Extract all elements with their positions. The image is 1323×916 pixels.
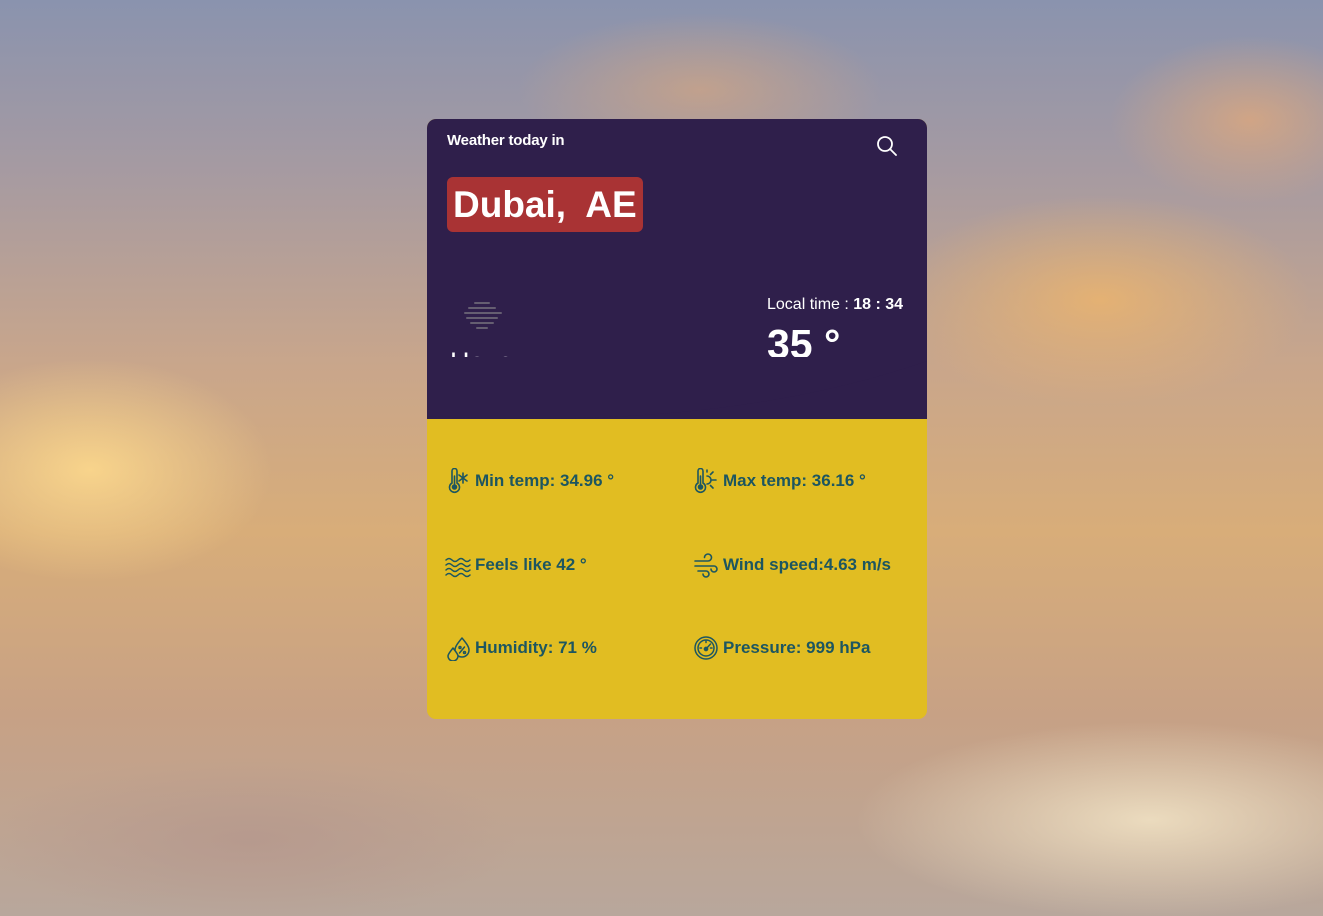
stat-pressure-text: Pressure: 999 hPa xyxy=(723,638,871,657)
weather-card: Weather today in Dubai, AE Haze Local ti… xyxy=(427,119,927,719)
panel-wave-divider xyxy=(427,357,927,419)
stat-min-temp-text: Min temp: 34.96 ° xyxy=(475,471,615,490)
haze-icon xyxy=(464,302,502,329)
stat-max-temp-text: Max temp: 36.16 ° xyxy=(723,471,866,490)
thermometer-cold-icon xyxy=(445,468,471,494)
stat-humidity-text: Humidity: 71 % xyxy=(475,638,597,657)
local-time-value: 18 : 34 xyxy=(853,296,904,313)
stat-wind-speed-text: Wind speed:4.63 m/s xyxy=(723,555,892,574)
local-time: Local time : 18 : 34 xyxy=(767,296,903,314)
stat-min-temp: Min temp: 34.96 ° xyxy=(445,468,614,494)
local-time-label: Local time : xyxy=(767,296,854,313)
stat-feels-like-text: Feels like 42 ° xyxy=(475,555,587,574)
stat-max-temp: Max temp: 36.16 ° xyxy=(693,468,866,494)
humidity-drops-icon xyxy=(445,635,471,661)
thermometer-hot-icon xyxy=(693,468,719,494)
search-icon xyxy=(877,136,897,156)
wind-icon xyxy=(693,552,719,578)
stat-pressure: Pressure: 999 hPa xyxy=(693,635,870,661)
stat-feels-like: Feels like 42 ° xyxy=(445,552,587,578)
city-name: Dubai, AE xyxy=(447,177,643,232)
heat-waves-icon xyxy=(445,552,471,578)
weather-subtitle: Weather today in xyxy=(447,132,565,149)
stat-humidity: Humidity: 71 % xyxy=(445,635,597,661)
pressure-gauge-icon xyxy=(693,635,719,661)
stat-wind-speed: Wind speed:4.63 m/s xyxy=(693,552,891,578)
search-button[interactable] xyxy=(875,134,899,158)
